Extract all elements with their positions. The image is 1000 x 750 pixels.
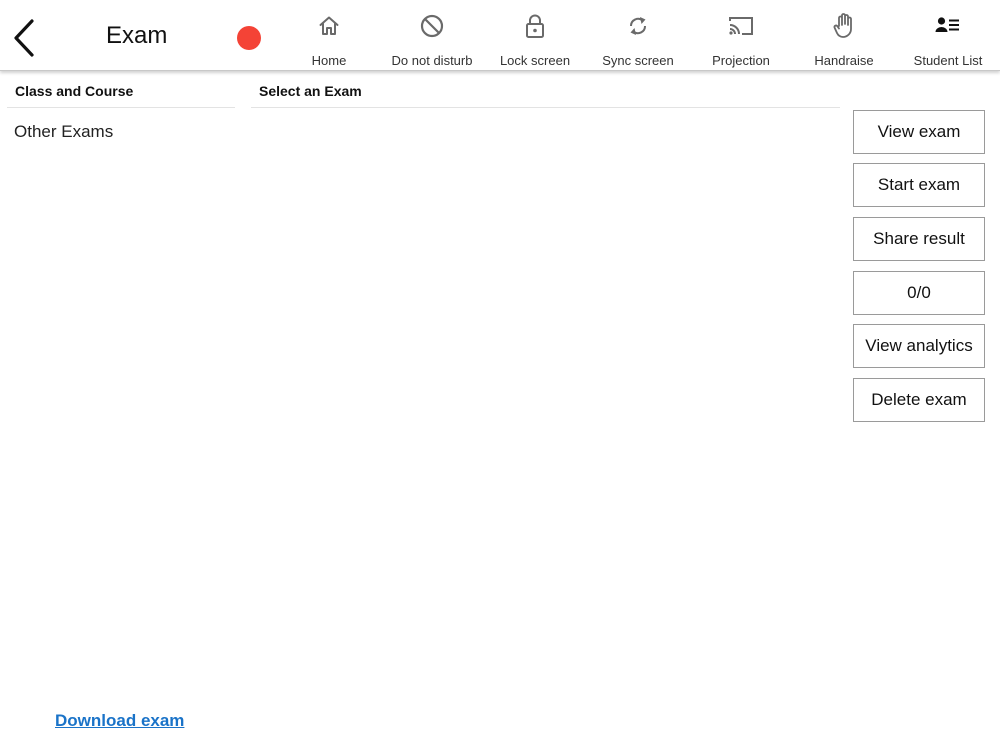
lock-icon: [526, 14, 544, 38]
select-exam-header: Select an Exam: [251, 82, 840, 108]
toolbar-projection-label: Projection: [712, 53, 770, 68]
list-item-other-exams[interactable]: Other Exams: [14, 122, 113, 142]
select-exam-header-label: Select an Exam: [259, 83, 362, 99]
toolbar-student-list-label: Student List: [913, 53, 983, 68]
hand-icon: [833, 13, 852, 38]
sync-icon: [629, 17, 647, 35]
exam-screen: Exam Home Do not disturb Lock screen Syn…: [0, 0, 1000, 750]
toolbar-do-not-disturb-label: Do not disturb: [391, 53, 473, 68]
share-result-button[interactable]: Share result: [853, 217, 985, 261]
cast-icon: [729, 17, 753, 35]
toolbar-sync-screen-label: Sync screen: [602, 53, 674, 68]
record-indicator[interactable]: [237, 26, 261, 50]
class-course-header: Class and Course: [7, 82, 235, 108]
back-button[interactable]: [6, 14, 42, 62]
toolbar-lock-screen-label: Lock screen: [499, 53, 571, 68]
toolbar-handraise-button[interactable]: Handraise: [794, 6, 894, 68]
toolbar-student-list-button[interactable]: Student List: [898, 6, 998, 68]
toolbar-handraise-label: Handraise: [814, 53, 874, 68]
class-course-header-label: Class and Course: [15, 83, 134, 99]
block-icon: [420, 14, 444, 38]
view-analytics-button[interactable]: View analytics: [853, 324, 985, 368]
toolbar-home-label: Home: [311, 53, 347, 68]
home-icon: [319, 16, 339, 35]
top-toolbar: Exam Home Do not disturb Lock screen Syn…: [0, 0, 1000, 71]
start-exam-button[interactable]: Start exam: [853, 163, 985, 207]
view-exam-button[interactable]: View exam: [853, 110, 985, 154]
chevron-left-icon: [14, 19, 34, 57]
delete-exam-button[interactable]: Delete exam: [853, 378, 985, 422]
download-exam-link[interactable]: Download exam: [55, 711, 184, 731]
toolbar-lock-screen-button[interactable]: Lock screen: [485, 6, 585, 68]
student-list-icon: [935, 17, 959, 32]
page-title: Exam: [106, 22, 168, 49]
toolbar-projection-button[interactable]: Projection: [691, 6, 791, 68]
toolbar-home-button[interactable]: Home: [279, 6, 379, 68]
result-counter-button[interactable]: 0/0: [853, 271, 985, 315]
toolbar-sync-screen-button[interactable]: Sync screen: [588, 6, 688, 68]
toolbar-do-not-disturb-button[interactable]: Do not disturb: [382, 6, 482, 68]
